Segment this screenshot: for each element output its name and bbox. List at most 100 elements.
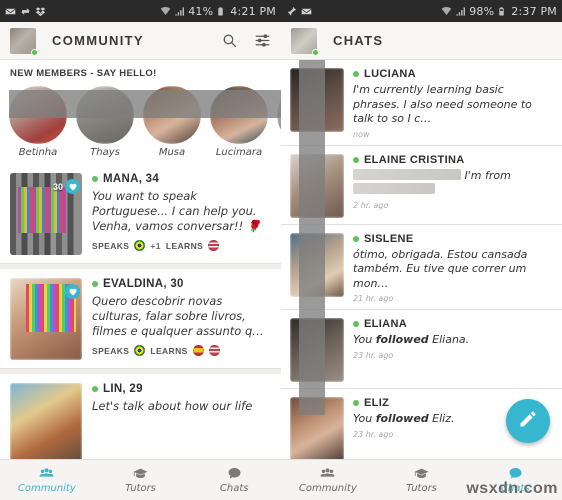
- chat-timestamp: 21 hr. ago: [353, 294, 394, 303]
- new-member-name: Thays: [90, 147, 120, 158]
- page-title-community: COMMUNITY: [52, 33, 144, 48]
- nav-item-tutors[interactable]: Tutors: [94, 460, 188, 500]
- page-title-chats: CHATS: [333, 33, 384, 48]
- new-member-name: Lucimara: [215, 147, 263, 158]
- chat-preview-message: You followed Eliana.: [353, 333, 470, 346]
- chat-contact-name: LUCIANA: [364, 68, 416, 80]
- nav-label-community: Community: [17, 483, 76, 494]
- privacy-censor-bar: [9, 90, 281, 118]
- chat-timestamp: 2 hr. ago: [353, 200, 389, 210]
- learns-label: LEARNS: [150, 345, 188, 356]
- battery-percent-left: 41%: [188, 4, 214, 18]
- community-card-name-row: EVALDINA, 30: [92, 278, 271, 290]
- chat-item-body: SISLENE ótimo, obrigada. Estou cansada t…: [344, 233, 553, 303]
- mail-icon: [5, 6, 16, 17]
- battery-percent-right: 98%: [469, 4, 495, 18]
- chat-preview-message: ótimo, obrigada. Estou cansada também. E…: [353, 247, 528, 290]
- community-card-name: LIN, 29: [103, 383, 143, 395]
- filter-sliders-icon[interactable]: [254, 32, 271, 49]
- online-indicator: [353, 321, 359, 327]
- status-notification-icons: [286, 6, 312, 17]
- speaks-label: SPEAKS: [92, 240, 130, 251]
- privacy-censor-bar: [299, 60, 325, 415]
- flag-br-icon: [134, 240, 146, 251]
- chat-item-body: ELAINE CRISTINA I'm from 2 hr. ago: [344, 154, 553, 218]
- new-member-name: Musa: [158, 147, 186, 158]
- new-members-title: NEW MEMBERS - SAY HELLO!: [10, 68, 157, 79]
- graduation-cap-icon: [132, 466, 149, 482]
- chat-name-row: ELAINE CRISTINA: [353, 154, 553, 166]
- signal-icon: [174, 6, 185, 17]
- status-bar-left: 41% 4:21 PM: [0, 0, 281, 22]
- clock-right: 2:37 PM: [511, 4, 557, 18]
- community-card-languages: SPEAKS +1 LEARNS: [92, 240, 271, 251]
- community-card-body: EVALDINA, 30 Quero descobrir novas cultu…: [82, 278, 271, 360]
- distance-value: 30: [52, 181, 63, 192]
- online-indicator: [353, 71, 359, 77]
- online-indicator: [353, 156, 359, 163]
- wifi-icon: [160, 6, 171, 17]
- watermark: wsxdn.com: [466, 480, 558, 497]
- online-indicator: [92, 176, 98, 182]
- community-card-name-row: LIN, 29: [92, 383, 271, 395]
- app-bar-actions: [221, 32, 271, 49]
- chat-contact-name: ELIZ: [364, 397, 390, 409]
- chat-contact-name: ELAINE CRISTINA: [364, 153, 465, 166]
- bottom-nav-left: Community Tutors Chats: [0, 459, 281, 500]
- community-card-body: LIN, 29 Let's talk about how our life: [82, 383, 271, 465]
- online-status-dot: [312, 48, 319, 56]
- app-bar-chats: CHATS: [281, 22, 562, 60]
- community-card[interactable]: EVALDINA, 30 Quero descobrir novas cultu…: [0, 269, 281, 369]
- new-members-section: NEW MEMBERS - SAY HELLO! Betinha Thays M…: [0, 60, 281, 164]
- people-icon: [38, 466, 55, 482]
- status-notification-icons: [5, 6, 46, 17]
- learns-label: LEARNS: [165, 240, 204, 251]
- wifi-icon: [441, 6, 452, 17]
- community-card-photo: [10, 383, 82, 465]
- flag-us-icon: [208, 240, 220, 251]
- chat-name-row: SISLENE: [353, 233, 553, 245]
- nav-item-community[interactable]: Community: [281, 460, 375, 500]
- online-indicator: [92, 281, 98, 287]
- clock-left: 4:21 PM: [230, 4, 276, 18]
- speech-bubble-icon: [226, 466, 243, 482]
- favorite-badge: [65, 284, 80, 299]
- mail-icon: [301, 6, 312, 17]
- community-card-bio: You want to speak Portuguese... I can he…: [92, 189, 262, 233]
- community-screen: 41% 4:21 PM COMMUNITY NEW MEMBERS - SAY …: [0, 0, 281, 500]
- dropbox-icon: [35, 6, 46, 17]
- dual-screenshot-stage: 41% 4:21 PM COMMUNITY NEW MEMBERS - SAY …: [0, 0, 562, 500]
- nav-item-community[interactable]: Community: [0, 460, 94, 500]
- status-system-icons: 98% 2:37 PM: [441, 5, 557, 18]
- chat-item-body: LUCIANA I'm currently learning basic phr…: [344, 68, 553, 139]
- nav-label-tutors: Tutors: [406, 483, 437, 494]
- chat-item-body: ELIANA You followed Eliana. 23 hr. ago: [344, 318, 553, 382]
- chat-name-row: LUCIANA: [353, 68, 553, 80]
- nav-item-tutors[interactable]: Tutors: [375, 460, 469, 500]
- nav-label-chats: Chats: [219, 483, 249, 494]
- graduation-cap-icon: [413, 466, 430, 482]
- heart-pin-icon: [65, 284, 80, 299]
- community-card-name-row: MANA, 34: [92, 173, 271, 185]
- chat-timestamp: now: [353, 129, 370, 139]
- flag-es-icon: [192, 345, 204, 356]
- chat-name-row: ELIANA: [353, 318, 553, 330]
- heart-pin-icon: [65, 179, 80, 194]
- battery-icon: [497, 6, 508, 17]
- nav-item-chats[interactable]: Chats: [187, 460, 281, 500]
- compose-fab-button[interactable]: [506, 399, 550, 443]
- community-card[interactable]: 30 MANA, 34 You want to speak Portuguese…: [0, 164, 281, 264]
- community-card-name: EVALDINA, 30: [103, 278, 184, 290]
- search-icon[interactable]: [221, 32, 238, 49]
- chat-contact-name: SISLENE: [364, 232, 414, 245]
- status-bar-right: 98% 2:37 PM: [281, 0, 562, 22]
- community-card-photo: 30: [10, 173, 82, 255]
- distance-badge: 30: [53, 179, 80, 194]
- online-indicator: [353, 400, 359, 406]
- nav-label-community: Community: [298, 483, 357, 494]
- user-avatar-left[interactable]: [10, 27, 38, 56]
- user-avatar-right[interactable]: [291, 27, 319, 56]
- community-card-name: MANA, 34: [103, 173, 160, 185]
- community-scroll-area[interactable]: NEW MEMBERS - SAY HELLO! Betinha Thays M…: [0, 60, 281, 500]
- chat-timestamp: 23 hr. ago: [353, 350, 394, 360]
